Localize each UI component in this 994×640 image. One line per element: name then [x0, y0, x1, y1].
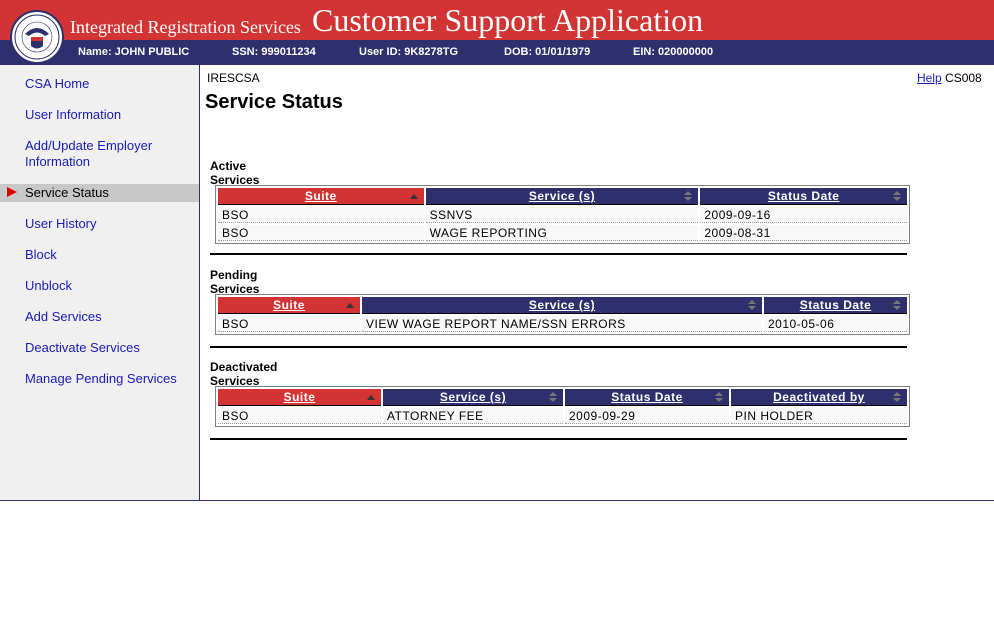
pending-services-table: Suite Service (s) Status Date BSO VIEW W…	[215, 294, 910, 335]
system-title: Integrated Registration Services	[70, 17, 301, 37]
cell-deactivated-by: PIN HOLDER	[731, 408, 907, 424]
sort-icon	[748, 300, 756, 310]
table-row: BSO SSNVS 2009-09-16	[218, 207, 907, 223]
ssa-seal-logo	[10, 10, 64, 64]
sort-icon	[715, 392, 723, 402]
col-suite-header[interactable]: Suite	[218, 389, 381, 406]
help-link[interactable]: Help	[917, 71, 942, 85]
table-row: BSO VIEW WAGE REPORT NAME/SSN ERRORS 201…	[218, 316, 907, 332]
cell-status-date: 2009-09-29	[565, 408, 729, 424]
col-suite-header[interactable]: Suite	[218, 188, 424, 205]
sort-asc-icon	[409, 194, 418, 199]
user-name: Name: JOHN PUBLIC	[78, 46, 190, 58]
col-suite-header[interactable]: Suite	[218, 297, 360, 314]
section-divider	[210, 253, 907, 255]
col-service-header[interactable]: Service (s)	[383, 389, 563, 406]
cell-service: VIEW WAGE REPORT NAME/SSN ERRORS	[362, 316, 762, 332]
sort-icon	[893, 392, 901, 402]
table-row: BSO ATTORNEY FEE 2009-09-29 PIN HOLDER	[218, 408, 907, 424]
nav-block[interactable]: Block	[0, 247, 199, 263]
cell-suite: BSO	[218, 207, 424, 223]
nav-add-update-employer[interactable]: Add/Update Employer Information	[0, 138, 199, 170]
page-bottom-border	[0, 500, 994, 501]
nav-user-history[interactable]: User History	[0, 216, 199, 232]
nav-user-information[interactable]: User Information	[0, 107, 199, 123]
nav-unblock[interactable]: Unblock	[0, 278, 199, 294]
sort-icon	[893, 191, 901, 201]
cell-suite: BSO	[218, 316, 360, 332]
col-service-header[interactable]: Service (s)	[362, 297, 762, 314]
nav-manage-pending-services[interactable]: Manage Pending Services	[0, 371, 199, 387]
cell-suite: BSO	[218, 408, 381, 424]
user-dob: DOB: 01/01/1979	[504, 46, 591, 58]
active-services-title: Active Services	[210, 159, 260, 187]
sort-icon	[684, 191, 693, 201]
nav-service-status[interactable]: Service Status	[0, 184, 199, 202]
user-info-bar: Name: JOHN PUBLIC SSN: 999011234 User ID…	[0, 40, 994, 65]
user-ein: EIN: 020000000	[633, 46, 714, 58]
cell-status-date: 2010-05-06	[764, 316, 907, 332]
sort-asc-icon	[367, 395, 375, 400]
deactivated-services-title: Deactivated Services	[210, 360, 278, 388]
sort-asc-icon	[346, 303, 354, 308]
table-row: BSO WAGE REPORTING 2009-08-31	[218, 225, 907, 241]
table-header-row: Suite Service (s) Status Date	[218, 188, 907, 205]
help-area: Help CS008	[917, 71, 982, 85]
section-divider	[210, 438, 907, 440]
cell-status-date: 2009-09-16	[700, 207, 907, 223]
pending-services-title: Pending Services	[210, 268, 260, 296]
sidebar-nav: CSA Home User Information Add/Update Emp…	[0, 65, 200, 501]
col-status-date-header[interactable]: Status Date	[764, 297, 907, 314]
cell-service: WAGE REPORTING	[425, 225, 699, 241]
deactivated-services-table: Suite Service (s) Status Date Deactivate…	[215, 386, 910, 427]
app-id: IRESCSA	[207, 71, 260, 85]
screen-id: CS008	[945, 71, 982, 85]
section-divider	[210, 346, 907, 348]
table-header-row: Suite Service (s) Status Date Deactivate…	[218, 389, 907, 406]
nav-deactivate-services[interactable]: Deactivate Services	[0, 340, 199, 356]
current-page-arrow-icon	[7, 187, 17, 197]
sort-icon	[549, 392, 557, 402]
col-deactivated-by-header[interactable]: Deactivated by	[731, 389, 907, 406]
sort-icon	[893, 300, 901, 310]
active-services-table: Suite Service (s) Status Date BSO SSNVS …	[215, 185, 910, 244]
page-title: Service Status	[205, 91, 343, 113]
table-header-row: Suite Service (s) Status Date	[218, 297, 907, 314]
cell-service: ATTORNEY FEE	[383, 408, 563, 424]
nav-csa-home[interactable]: CSA Home	[0, 76, 199, 92]
app-title: Customer Support Application	[312, 2, 704, 38]
cell-service: SSNVS	[425, 207, 699, 223]
cell-status-date: 2009-08-31	[700, 225, 907, 241]
col-service-header[interactable]: Service (s)	[425, 188, 699, 205]
user-id: User ID: 9K8278TG	[359, 46, 459, 58]
col-status-date-header[interactable]: Status Date	[700, 188, 907, 205]
user-ssn: SSN: 999011234	[232, 46, 316, 58]
col-status-date-header[interactable]: Status Date	[565, 389, 729, 406]
nav-service-status-label: Service Status	[25, 185, 109, 200]
nav-add-services[interactable]: Add Services	[0, 309, 199, 325]
cell-suite: BSO	[218, 225, 424, 241]
